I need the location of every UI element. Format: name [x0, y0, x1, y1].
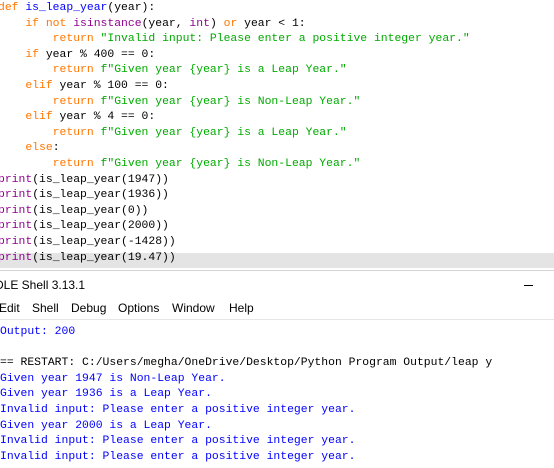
shell-line: Output: 200	[0, 326, 76, 338]
code-token: print	[0, 251, 33, 264]
shell-line: Given year 1947 is Non-Leap Year.	[0, 372, 226, 385]
code-token: year % 400 == 0:	[39, 48, 156, 61]
code-line: return f"Given year {year} is a Leap Yea…	[0, 126, 347, 141]
code-token: (year):	[107, 2, 156, 14]
code-token: return	[52, 126, 101, 139]
shell-line: Given year 2000 is a Leap Year.	[0, 419, 212, 432]
code-line: return "Invalid input: Please enter a po…	[0, 32, 470, 47]
menu-debug[interactable]: Debug	[71, 301, 106, 315]
code-line: def is_leap_year(year):	[0, 1, 155, 16]
code-line: elif year % 100 == 0:	[0, 79, 169, 94]
code-token: (year,	[141, 17, 190, 30]
shell-line: Invalid input: Please enter a positive i…	[0, 404, 356, 416]
code-line: return f"Given year {year} is a Leap Yea…	[0, 63, 347, 78]
code-token: if not	[25, 17, 74, 30]
code-line: print(is_leap_year(19.47))	[0, 251, 176, 266]
code-token: (is_leap_year(19.47))	[32, 251, 176, 264]
code-token: (is_leap_year(1936))	[32, 189, 169, 202]
code-line: print(is_leap_year(2000))	[0, 219, 169, 234]
code-line: print(is_leap_year(0))	[0, 204, 148, 219]
code-token: else	[25, 142, 53, 155]
shell-line: Given year 1936 is a Leap Year.	[0, 388, 212, 401]
minimize-icon	[524, 285, 533, 286]
code-token: return	[52, 64, 101, 77]
code-token: f"Given year {year} is Non-Leap Year."	[100, 158, 361, 170]
menu-window[interactable]: Window	[172, 301, 215, 315]
code-token: print	[0, 204, 33, 217]
code-token: is_leap_year	[25, 2, 108, 14]
code-line: if year % 400 == 0:	[0, 48, 155, 63]
code-line: return f"Given year {year} is Non-Leap Y…	[0, 157, 361, 172]
code-token: year % 4 == 0:	[52, 111, 156, 124]
code-token: return	[52, 33, 101, 46]
code-token: or	[223, 17, 238, 30]
code-token: (is_leap_year(-1428))	[32, 236, 176, 248]
code-line: print(is_leap_year(1947))	[0, 173, 169, 188]
menu-bar: Edit Shell Debug Options Window Help	[0, 298, 554, 318]
shell-line: Invalid input: Please enter a positive i…	[0, 435, 356, 448]
code-token: f"Given year {year} is a Leap Year."	[100, 64, 347, 77]
minimize-button[interactable]	[508, 272, 548, 298]
code-token: (is_leap_year(2000))	[32, 220, 169, 233]
code-token: if	[25, 48, 40, 61]
code-line: else:	[0, 141, 60, 156]
shell-title-bar: DLE Shell 3.13.1	[0, 270, 554, 299]
code-line: return f"Given year {year} is Non-Leap Y…	[0, 95, 361, 110]
menu-options[interactable]: Options	[118, 301, 159, 315]
code-token: :	[52, 142, 60, 155]
code-token: f"Given year {year} is Non-Leap Year."	[100, 95, 361, 108]
code-token: print	[0, 189, 33, 202]
code-line: elif year % 4 == 0:	[0, 110, 155, 125]
window-title: DLE Shell 3.13.1	[0, 278, 86, 292]
code-token: f"Given year {year} is a Leap Year."	[100, 126, 347, 139]
code-token: )	[209, 17, 224, 30]
code-line: print(is_leap_year(1936))	[0, 188, 169, 203]
shell-line: Invalid input: Please enter a positive i…	[0, 450, 356, 463]
code-token: "Invalid input: Please enter a positive …	[100, 33, 470, 46]
code-token: print	[0, 220, 33, 233]
code-token: year < 1:	[237, 17, 306, 30]
code-token: elif	[25, 80, 53, 92]
code-token: elif	[25, 111, 53, 124]
code-token: year % 100 == 0:	[52, 80, 169, 92]
shell-output-area[interactable]: Output: 200 == RESTART: C:/Users/megha/On…	[0, 319, 554, 468]
menu-shell[interactable]: Shell	[32, 301, 59, 315]
code-token: return	[52, 95, 101, 108]
menu-edit[interactable]: Edit	[0, 301, 20, 315]
code-token: def	[0, 2, 26, 14]
code-editor[interactable]: def is_leap_year(year): if not isinstanc…	[0, 0, 554, 268]
code-token: print	[0, 173, 33, 186]
code-line: print(is_leap_year(-1428))	[0, 235, 176, 250]
code-token: return	[52, 158, 101, 170]
shell-line: == RESTART: C:/Users/megha/OneDrive/Desk…	[0, 357, 493, 370]
code-token: (is_leap_year(1947))	[32, 173, 169, 186]
code-token: isinstance	[73, 17, 142, 30]
code-token: print	[0, 236, 33, 248]
code-token: int	[189, 17, 210, 30]
code-token: (is_leap_year(0))	[32, 204, 149, 217]
code-line: if not isinstance(year, int) or year < 1…	[0, 17, 306, 32]
menu-help[interactable]: Help	[229, 301, 254, 315]
